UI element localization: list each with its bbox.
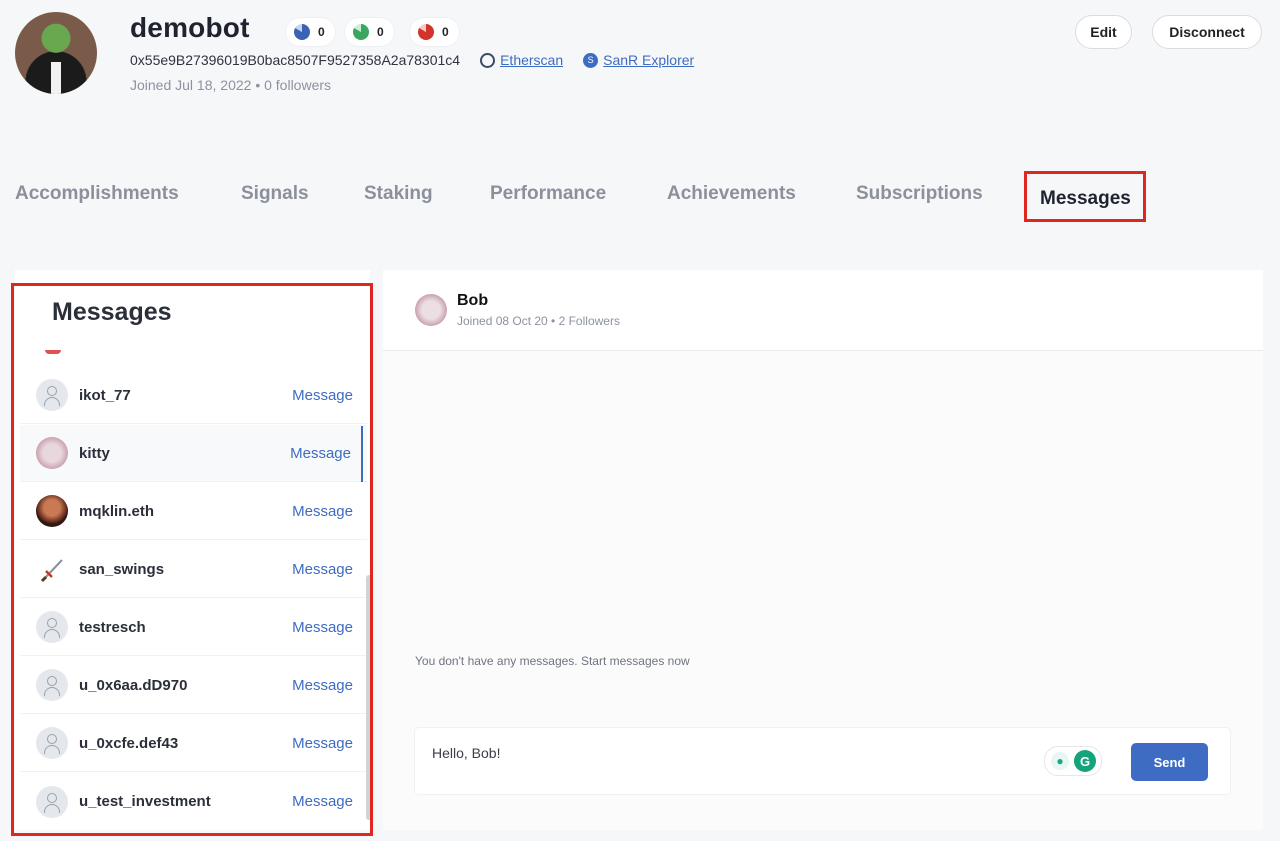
achievement-badge-icon [418, 24, 434, 40]
message-link[interactable]: Message [292, 735, 353, 752]
sanr-explorer-link[interactable]: S SanR Explorer [583, 52, 694, 68]
contacts-scrollbar[interactable] [366, 575, 372, 820]
tab-messages[interactable]: Messages [1040, 188, 1131, 210]
contact-name: testresch [79, 618, 146, 636]
staking-badge[interactable]: 0 [345, 18, 394, 46]
message-input[interactable]: Hello, Bob! [432, 745, 500, 761]
contact-row-kitty[interactable]: kitty Message [20, 425, 367, 482]
contact-name: u_test_investment [79, 793, 211, 810]
achievement-badge[interactable]: 0 [410, 18, 459, 46]
profile-joined-info: Joined Jul 18, 2022 • 0 followers [130, 77, 332, 93]
profile-username: demobot [130, 12, 250, 43]
tab-accomplishments[interactable]: Accomplishments [15, 183, 179, 205]
selected-contact-indicator [361, 426, 363, 482]
empty-messages-note: You don't have any messages. Start messa… [415, 654, 690, 668]
staking-badge-count: 0 [377, 25, 384, 39]
user-avatar-icon [36, 785, 68, 818]
message-link[interactable]: Message [292, 793, 353, 810]
message-link[interactable]: Message [292, 503, 353, 520]
etherscan-label: Etherscan [500, 52, 564, 68]
message-link[interactable]: Message [292, 387, 353, 404]
message-link[interactable]: Message [292, 677, 353, 694]
wallet-address: 0x55e9B27396019B0bac8507F9527358A2a78301… [130, 52, 461, 68]
signal-badge[interactable]: 0 [286, 18, 335, 46]
tab-subscriptions[interactable]: Subscriptions [856, 183, 983, 205]
achievement-badge-count: 0 [442, 25, 449, 39]
contact-row-u-0xcfe[interactable]: u_0xcfe.def43 Message [20, 715, 367, 772]
chat-panel: Bob Joined 08 Oct 20 • 2 Followers You d… [383, 270, 1263, 830]
user-avatar-icon [36, 727, 68, 759]
grammarly-icon[interactable]: G [1074, 750, 1096, 772]
edit-button[interactable]: Edit [1075, 15, 1132, 49]
message-link[interactable]: Message [292, 561, 353, 578]
tab-staking[interactable]: Staking [364, 183, 433, 205]
user-avatar-icon [36, 611, 68, 643]
contact-row-mqklin-eth[interactable]: mqklin.eth Message [20, 483, 367, 540]
messages-contact-panel: Messages ikot_77 Message kitty Message m… [15, 270, 370, 830]
etherscan-link[interactable]: Etherscan [480, 52, 563, 68]
chat-user-name: Bob [457, 292, 489, 309]
message-link[interactable]: Message [290, 445, 351, 462]
contact-name: u_0xcfe.def43 [79, 734, 179, 752]
contact-row-u-0x6aa[interactable]: u_0x6aa.dD970 Message [20, 657, 367, 714]
disconnect-button[interactable]: Disconnect [1152, 15, 1262, 49]
sanr-icon: S [583, 52, 599, 68]
tab-performance[interactable]: Performance [490, 183, 606, 205]
contact-name: kitty [79, 444, 110, 462]
user-avatar-icon [36, 669, 68, 701]
sword-avatar-icon [36, 553, 68, 585]
send-button[interactable]: Send [1131, 743, 1208, 781]
contact-row-san-swings[interactable]: san_swings Message [20, 541, 367, 598]
sanr-explorer-label: SanR Explorer [603, 52, 695, 68]
contact-name: san_swings [79, 560, 165, 578]
chat-user-avatar [415, 294, 447, 326]
signal-badge-count: 0 [318, 25, 325, 39]
writing-assistant-tools[interactable]: ● G [1044, 746, 1102, 776]
tab-signals[interactable]: Signals [241, 183, 309, 205]
message-input-box[interactable]: Hello, Bob! ● G Send [415, 728, 1230, 794]
lightbulb-icon[interactable]: ● [1051, 752, 1069, 770]
contact-row-ikot-77[interactable]: ikot_77 Message [20, 367, 367, 424]
tab-achievements[interactable]: Achievements [667, 183, 796, 205]
staking-badge-icon [353, 24, 369, 40]
user-avatar-icon [36, 379, 68, 411]
contact-name: u_0x6aa.dD970 [79, 676, 188, 694]
contact-name: ikot_77 [79, 386, 131, 404]
user-avatar [36, 495, 68, 527]
message-link[interactable]: Message [292, 619, 353, 636]
contact-row-testresch[interactable]: testresch Message [20, 599, 367, 656]
messages-panel-title: Messages [52, 298, 172, 326]
etherscan-icon [480, 52, 496, 68]
contact-row-u-test-investment[interactable]: u_test_investment Message [20, 773, 367, 830]
signal-badge-icon [294, 24, 310, 40]
contact-name: mqklin.eth [79, 502, 155, 520]
user-avatar [36, 437, 68, 469]
profile-avatar [15, 12, 97, 94]
partial-avatar-icon [45, 350, 61, 354]
chat-user-info: Joined 08 Oct 20 • 2 Followers [457, 314, 620, 328]
wallet-address-row: 0x55e9B27396019B0bac8507F9527358A2a78301… [130, 52, 694, 68]
